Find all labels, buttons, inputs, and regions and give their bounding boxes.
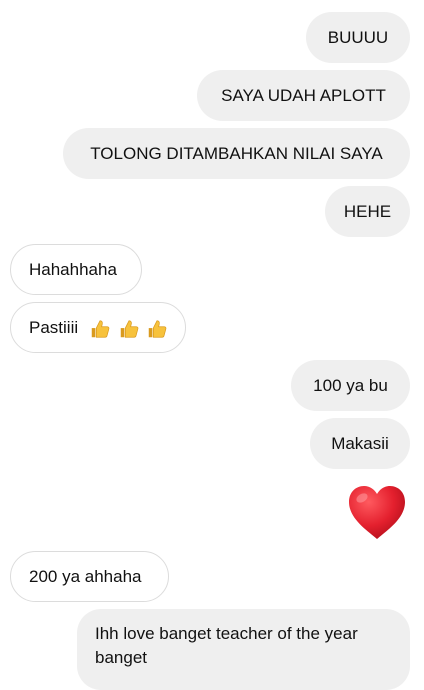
message-text: Makasii — [331, 434, 389, 453]
sent-message[interactable]: SAYA UDAH APLOTT — [197, 70, 410, 121]
message-text: Ihh love banget teacher of the year bang… — [95, 624, 358, 667]
message-text: Hahahhaha — [29, 260, 117, 279]
chat-thread: BUUUU SAYA UDAH APLOTT TOLONG DITAMBAHKA… — [0, 0, 424, 690]
thumbs-up-icon — [91, 319, 110, 338]
message-text: TOLONG DITAMBAHKAN NILAI SAYA — [90, 144, 383, 163]
message-text: SAYA UDAH APLOTT — [221, 86, 386, 105]
message-text: 200 ya ahhaha — [29, 567, 142, 586]
message-text: BUUUU — [327, 28, 389, 47]
sent-message[interactable]: HEHE — [325, 186, 410, 237]
sent-message[interactable]: TOLONG DITAMBAHKAN NILAI SAYA — [63, 128, 410, 179]
thumbs-up-icon — [149, 319, 167, 338]
red-heart-icon[interactable] — [346, 484, 408, 542]
received-message[interactable]: Pastiiii — [10, 302, 186, 353]
received-message[interactable]: Hahahhaha — [10, 244, 142, 295]
message-text: HEHE — [343, 202, 392, 221]
sent-message[interactable]: 100 ya bu — [291, 360, 410, 411]
message-text: 100 ya bu — [313, 376, 388, 395]
thumbs-up-icon — [120, 319, 138, 338]
sent-message[interactable]: BUUUU — [306, 12, 410, 63]
emoji-group — [87, 318, 168, 340]
sent-message[interactable]: Ihh love banget teacher of the year bang… — [77, 609, 410, 690]
received-message[interactable]: 200 ya ahhaha — [10, 551, 169, 602]
message-text: Pastiiii — [29, 318, 79, 337]
sent-message[interactable]: Makasii — [310, 418, 410, 469]
